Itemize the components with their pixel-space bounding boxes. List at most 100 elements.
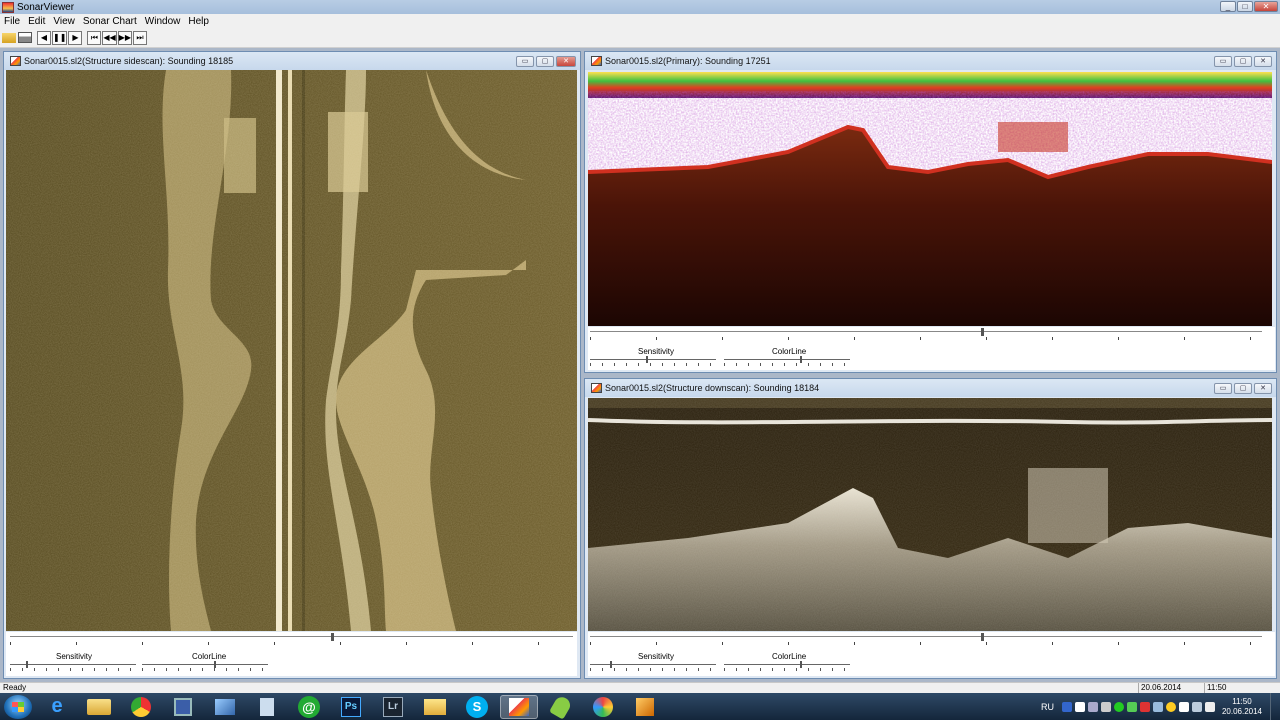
primary-view[interactable] [588,72,1272,326]
close-icon[interactable]: ✕ [1254,383,1272,394]
app-titlebar: SonarViewer _ □ ✕ [0,0,1280,14]
skype-icon[interactable]: S [458,695,496,719]
downscan-sensitivity-slider[interactable] [590,668,716,671]
archive-icon[interactable] [626,695,664,719]
tray-yellow-icon[interactable] [1165,701,1176,712]
restore-icon[interactable]: ▢ [1234,383,1252,394]
open-icon[interactable] [2,32,16,43]
downscan-colorline-slider[interactable] [724,668,850,671]
browser-icon[interactable] [584,695,622,719]
status-date: 20.06.2014 [1138,683,1204,693]
play-button[interactable]: ▶ [68,30,83,45]
primary-sensitivity-slider[interactable] [590,363,716,366]
mail-icon[interactable]: @ [290,695,328,719]
save-icon[interactable] [164,695,202,719]
folder-icon[interactable] [416,695,454,719]
app-title: SonarViewer [17,1,75,13]
close-icon[interactable]: ✕ [1254,56,1272,67]
downscan-colorline-thumb[interactable] [800,661,802,668]
primary-colorline-thumb[interactable] [800,356,802,363]
downscan-titlebar[interactable]: Sonar0015.sl2(Structure downscan): Sound… [585,379,1276,397]
menu-edit[interactable]: Edit [24,16,49,27]
menu-file[interactable]: File [0,16,24,27]
mdi-workspace: Sonar0015.sl2(Structure sidescan): Sound… [0,48,1280,682]
minimize-icon[interactable]: ▭ [1214,56,1232,67]
status-bar: Ready 20.06.2014 11:50 [0,682,1280,693]
menu-window[interactable]: Window [141,16,185,27]
primary-position-thumb[interactable] [981,328,984,336]
sidescan-colorline-slider[interactable] [142,668,268,671]
window-controls: _ □ ✕ [1220,1,1278,12]
sidescan-colorline-label: ColorLine [192,652,227,661]
media-icon[interactable] [206,695,244,719]
sidescan-colorline-thumb[interactable] [214,661,216,668]
rewind-button[interactable]: ◀◀ [102,30,117,45]
primary-sensitivity-label: Sensitivity [638,347,675,356]
tray-red-icon[interactable] [1139,701,1150,712]
restore-icon[interactable]: ▢ [1234,56,1252,67]
step-back-button[interactable]: ◀ [37,30,51,45]
menu-view[interactable]: View [49,16,79,27]
sidescan-titlebar[interactable]: Sonar0015.sl2(Structure sidescan): Sound… [4,52,580,70]
primary-colorline-label: ColorLine [772,347,807,356]
forward-button[interactable]: ▶▶ [117,30,133,45]
minimize-icon[interactable]: _ [1220,1,1236,12]
photoshop-icon[interactable]: Ps [332,695,370,719]
lightroom-icon[interactable]: Lr [374,695,412,719]
language-indicator[interactable]: RU [1041,702,1054,712]
primary-position-slider[interactable] [590,331,1262,335]
status-time: 11:50 [1204,683,1254,693]
clock-date: 20.06.2014 [1221,706,1262,716]
minimize-icon[interactable]: ▭ [516,56,534,67]
close-icon[interactable]: ✕ [556,56,576,67]
last-button[interactable]: ⏭ [133,30,148,45]
tray-app-icon[interactable] [1061,701,1072,712]
downscan-sensitivity-thumb[interactable] [610,661,612,668]
menu-sonar-chart[interactable]: Sonar Chart [79,16,141,27]
close-icon[interactable]: ✕ [1254,1,1278,12]
notes-icon[interactable] [248,695,286,719]
downscan-window[interactable]: Sonar0015.sl2(Structure downscan): Sound… [584,378,1277,679]
downscan-view[interactable] [588,398,1272,631]
ie-icon[interactable]: e [38,695,76,719]
restore-icon[interactable]: ▢ [536,56,554,67]
explorer-icon[interactable] [80,695,118,719]
sonar-doc-icon [10,56,21,66]
sidescan-position-thumb[interactable] [331,633,334,641]
sidescan-sensitivity-thumb[interactable] [26,661,28,668]
tray-volume-icon[interactable] [1204,701,1215,712]
sidescan-position-slider[interactable] [10,636,573,640]
pause-button[interactable]: ❚❚ [52,30,68,45]
show-desktop-button[interactable] [1270,693,1280,720]
primary-colorline-slider[interactable] [724,363,850,366]
downscan-position-thumb[interactable] [981,633,984,641]
sidescan-view[interactable] [6,70,577,631]
primary-title: Sonar0015.sl2(Primary): Sounding 17251 [605,56,771,66]
android-icon[interactable] [542,693,580,720]
sonarviewer-icon[interactable] [500,694,538,719]
first-button[interactable]: ⏮ [87,30,102,45]
tray-b-icon[interactable] [1074,701,1085,712]
primary-sensitivity-thumb[interactable] [646,356,648,363]
sidescan-controls: Sensitivity ColorLine [6,632,577,676]
primary-titlebar[interactable]: Sonar0015.sl2(Primary): Sounding 17251 ▭… [585,52,1276,70]
menu-help[interactable]: Help [184,16,213,27]
tray-network-icon[interactable] [1126,701,1137,712]
tray-pen-icon[interactable] [1087,701,1098,712]
tray-power-icon[interactable] [1191,701,1202,712]
downscan-position-slider[interactable] [590,636,1262,640]
downscan-controls: Sensitivity ColorLine [588,632,1275,676]
start-button[interactable] [4,694,32,719]
maximize-icon[interactable]: □ [1237,1,1253,12]
tray-flag-icon[interactable] [1178,701,1189,712]
chrome-icon[interactable] [122,695,160,719]
primary-window[interactable]: Sonar0015.sl2(Primary): Sounding 17251 ▭… [584,51,1277,373]
print-icon[interactable] [18,32,32,43]
minimize-icon[interactable]: ▭ [1214,383,1232,394]
tray-monitor-icon[interactable] [1100,701,1111,712]
sidescan-sensitivity-slider[interactable] [10,668,136,671]
tray-usb-icon[interactable] [1152,701,1163,712]
sidescan-window[interactable]: Sonar0015.sl2(Structure sidescan): Sound… [3,51,581,679]
tray-clock[interactable]: 11:50 20.06.2014 [1222,697,1262,717]
tray-green-icon[interactable] [1113,701,1124,712]
